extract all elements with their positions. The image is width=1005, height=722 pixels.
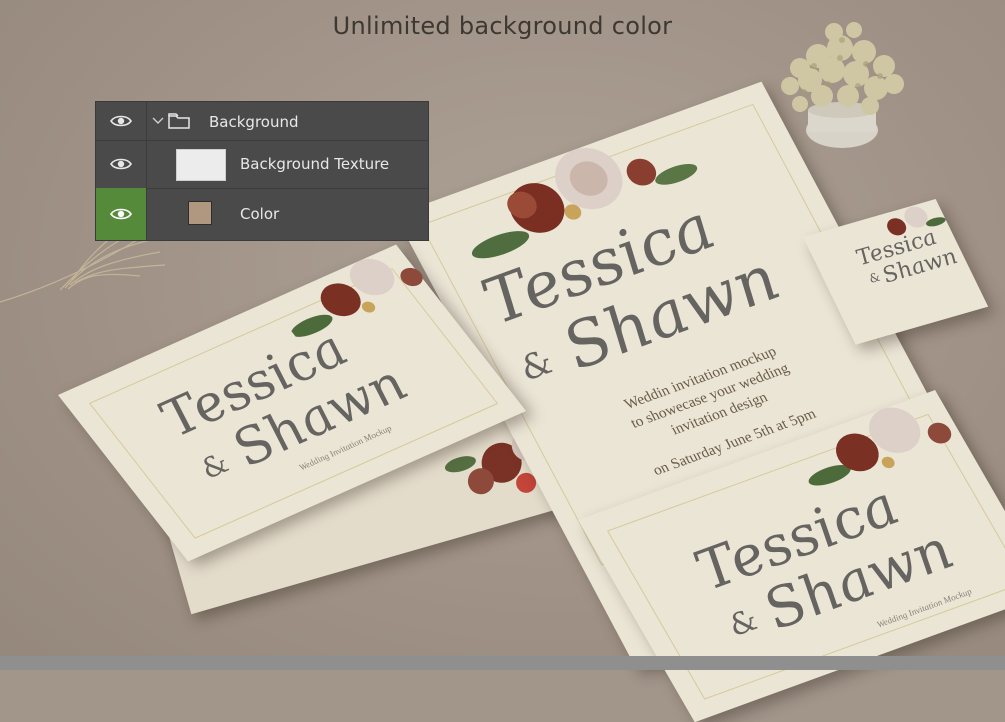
layer-label-texture: Background Texture xyxy=(240,155,390,173)
layer-label-background: Background xyxy=(209,113,299,131)
folder-icon xyxy=(168,113,190,129)
bottom-bar xyxy=(0,656,1005,670)
layer-row-color[interactable]: Color xyxy=(96,188,428,240)
color-swatch[interactable] xyxy=(188,201,212,225)
mockup-scene: Unlimited background color Tessica & Sha… xyxy=(0,0,1005,722)
layer-label-color: Color xyxy=(240,205,280,223)
potted-plant xyxy=(781,22,904,148)
eye-icon xyxy=(110,115,132,127)
small-card-amp: & xyxy=(866,269,884,286)
layers-panel: Background Background Texture Color xyxy=(95,101,429,241)
layer-row-background-texture[interactable]: Background Texture xyxy=(96,140,428,189)
visibility-toggle-background[interactable] xyxy=(96,102,147,140)
visibility-toggle-color[interactable] xyxy=(96,188,147,240)
chevron-down-icon[interactable] xyxy=(152,117,164,125)
eye-icon xyxy=(110,158,132,170)
eye-icon xyxy=(110,208,132,220)
texture-thumbnail xyxy=(176,149,226,181)
visibility-toggle-texture[interactable] xyxy=(96,140,147,188)
layer-row-background-group[interactable]: Background xyxy=(96,102,428,141)
